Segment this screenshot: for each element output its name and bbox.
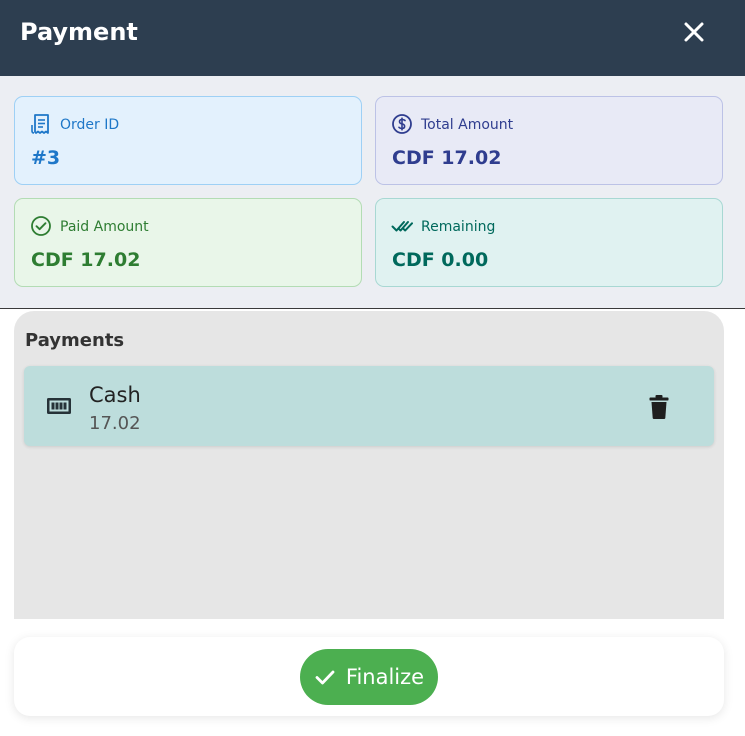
close-button[interactable]	[678, 16, 710, 48]
cash-icon	[47, 398, 71, 414]
remaining-label: Remaining	[421, 219, 496, 235]
finalize-button[interactable]: Finalize	[300, 649, 438, 705]
dollar-circle-icon	[392, 114, 412, 134]
payment-method: Cash	[89, 383, 141, 407]
paid-amount-card: Paid Amount CDF 17.02	[14, 198, 362, 287]
payments-title: Payments	[25, 330, 125, 351]
order-id-label: Order ID	[60, 117, 120, 133]
payment-summary: Order ID #3 Total Amount CDF 17.02 Paid …	[0, 76, 745, 309]
dialog-footer: Finalize	[0, 619, 745, 736]
check-circle-icon	[31, 216, 51, 236]
total-amount-card: Total Amount CDF 17.02	[375, 96, 723, 185]
paid-amount-label: Paid Amount	[60, 219, 149, 235]
total-amount-value: CDF 17.02	[392, 147, 502, 169]
trash-icon	[649, 395, 669, 419]
close-icon	[684, 22, 704, 42]
check-icon	[315, 670, 335, 685]
order-id-value: #3	[31, 147, 61, 169]
payments-panel: Payments Cash 17.02	[14, 311, 724, 641]
payment-item[interactable]: Cash 17.02	[24, 366, 714, 446]
total-amount-label: Total Amount	[421, 117, 514, 133]
payment-amount: 17.02	[89, 413, 141, 434]
double-check-icon	[391, 221, 413, 232]
dialog-header: Payment	[0, 0, 745, 76]
delete-payment-button[interactable]	[644, 392, 674, 422]
footer-card: Finalize	[14, 637, 724, 716]
payment-dialog: Payment Order ID #3 Total Amount CDF 17.…	[0, 0, 745, 736]
finalize-label: Finalize	[345, 665, 425, 689]
receipt-icon	[31, 114, 49, 134]
paid-amount-value: CDF 17.02	[31, 249, 141, 271]
remaining-value: CDF 0.00	[392, 249, 489, 271]
dialog-title: Payment	[20, 18, 138, 46]
remaining-card: Remaining CDF 0.00	[375, 198, 723, 287]
order-id-card: Order ID #3	[14, 96, 362, 185]
